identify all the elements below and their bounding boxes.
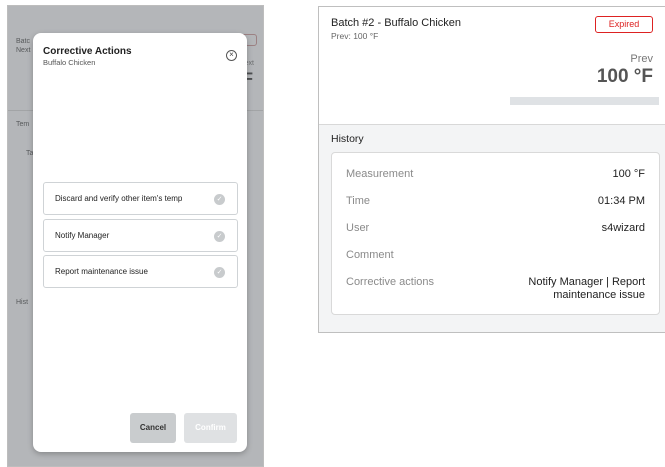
cancel-button[interactable]: Cancel xyxy=(130,413,176,443)
measurement-label: Measurement xyxy=(346,168,414,180)
option-label: Notify Manager xyxy=(55,231,110,240)
check-circle-icon: ✓ xyxy=(214,194,225,205)
prev-subtitle: Prev: 100 °F xyxy=(331,31,379,41)
batch-title: Batch #2 - Buffalo Chicken xyxy=(331,17,462,29)
temperature-bar xyxy=(510,97,659,105)
modal-title: Corrective Actions xyxy=(43,46,132,57)
left-screen: Batc Next ed ext F Tem Ta Hist Correctiv… xyxy=(7,5,264,467)
option-label: Discard and verify other item's temp xyxy=(55,194,183,203)
history-title: History xyxy=(331,133,364,145)
user-label: User xyxy=(346,222,370,234)
user-value: s4wizard xyxy=(601,222,645,234)
check-circle-icon: ✓ xyxy=(214,267,225,278)
batch-detail-panel: Batch #2 - Buffalo Chicken Prev: 100 °F … xyxy=(318,6,665,333)
time-label: Time xyxy=(346,195,371,207)
corrective-actions-label: Corrective actions xyxy=(346,276,435,288)
comment-label: Comment xyxy=(346,249,394,261)
prev-label: Prev xyxy=(630,53,653,65)
time-value: 01:34 PM xyxy=(597,195,645,207)
close-icon[interactable]: × xyxy=(226,50,237,61)
history-card: Measurement 100 °F Time 01:34 PM User s4… xyxy=(331,152,660,315)
check-circle-icon: ✓ xyxy=(214,231,225,242)
corrective-actions-value: Notify Manager | Report maintenance issu… xyxy=(528,276,645,301)
option-report-maintenance[interactable]: Report maintenance issue ✓ xyxy=(43,255,238,288)
measurement-value: 100 °F xyxy=(612,168,645,180)
option-notify-manager[interactable]: Notify Manager ✓ xyxy=(43,219,238,252)
confirm-button[interactable]: Confirm xyxy=(184,413,237,443)
corrective-actions-modal: Corrective Actions Buffalo Chicken × Dis… xyxy=(33,33,247,452)
status-badge: Expired xyxy=(595,16,653,33)
prev-value: 100 °F xyxy=(596,66,653,87)
option-discard-verify[interactable]: Discard and verify other item's temp ✓ xyxy=(43,182,238,215)
modal-subtitle: Buffalo Chicken xyxy=(43,58,96,67)
option-label: Report maintenance issue xyxy=(55,267,148,276)
